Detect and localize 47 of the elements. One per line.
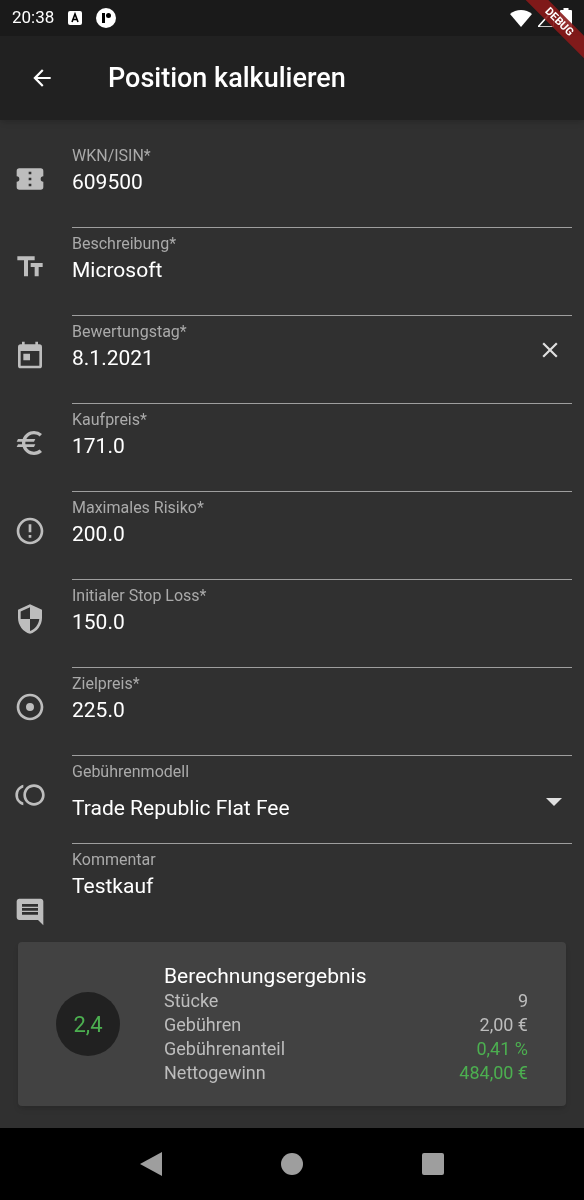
field-label: Beschreibung* xyxy=(72,234,178,254)
field-value: 200.0 xyxy=(72,521,126,548)
field-label: Kommentar xyxy=(72,850,157,870)
field-value: Testkauf xyxy=(72,873,155,900)
result-label: Stücke xyxy=(164,989,219,1013)
field-value: 225.0 xyxy=(72,697,126,724)
field-label: Maximales Risiko* xyxy=(72,498,205,518)
field-value: Trade Republic Flat Fee xyxy=(72,795,291,822)
field-value: Microsoft xyxy=(72,257,164,284)
field-label: Gebührenmodell xyxy=(72,762,191,782)
result-label: Gebührenanteil xyxy=(164,1037,286,1061)
input-field[interactable]: Gebührenmodell Trade Republic Flat Fee xyxy=(72,756,572,844)
field-value: 171.0 xyxy=(72,433,126,460)
input-field[interactable]: Zielpreis* 225.0 xyxy=(72,668,572,756)
status-time: 20:38 xyxy=(12,6,55,30)
input-field[interactable]: Maximales Risiko* 200.0 xyxy=(72,492,572,580)
field-value: 609500 xyxy=(72,169,144,196)
input-field[interactable]: Kaufpreis* 171.0 xyxy=(72,404,572,492)
result-value: 2,00 € xyxy=(479,1013,528,1037)
input-field[interactable]: Beschreibung* Microsoft xyxy=(72,228,572,316)
input-field[interactable]: Bewertungstag* 8.1.2021 xyxy=(72,316,572,404)
field-value: 8.1.2021 xyxy=(72,345,155,372)
result-value: 9 xyxy=(517,989,528,1013)
field-label: WKN/ISIN* xyxy=(72,146,152,166)
target-icon xyxy=(14,691,46,723)
field-label: Kaufpreis* xyxy=(72,410,148,430)
dropdown-caret-icon xyxy=(546,798,562,806)
result-label: Gebühren xyxy=(164,1013,242,1037)
field-value: 150.0 xyxy=(72,609,126,636)
recents-square-icon[interactable] xyxy=(422,1153,445,1175)
result-label: Nettogewinn xyxy=(164,1061,266,1085)
field-label: Bewertungstag* xyxy=(72,322,188,342)
result-value: 0,41 % xyxy=(476,1037,528,1061)
score-badge: 2,4 xyxy=(56,992,120,1056)
field-label: Zielpreis* xyxy=(72,674,141,694)
app-notification-icon xyxy=(96,8,117,28)
home-circle-icon[interactable] xyxy=(281,1153,303,1175)
page-title: Position kalkulieren xyxy=(108,60,346,96)
notification-icon xyxy=(68,11,83,25)
result-value: 484,00 € xyxy=(459,1061,528,1085)
input-field[interactable]: Kommentar Testkauf xyxy=(72,844,572,932)
field-label: Initialer Stop Loss* xyxy=(72,586,208,606)
input-field[interactable]: WKN/ISIN* 609500 xyxy=(72,140,572,228)
result-title: Berechnungsergebnis xyxy=(164,963,368,989)
input-field[interactable]: Initialer Stop Loss* 150.0 xyxy=(72,580,572,668)
back-triangle-icon[interactable] xyxy=(139,1152,162,1176)
wifi-icon xyxy=(510,9,532,27)
